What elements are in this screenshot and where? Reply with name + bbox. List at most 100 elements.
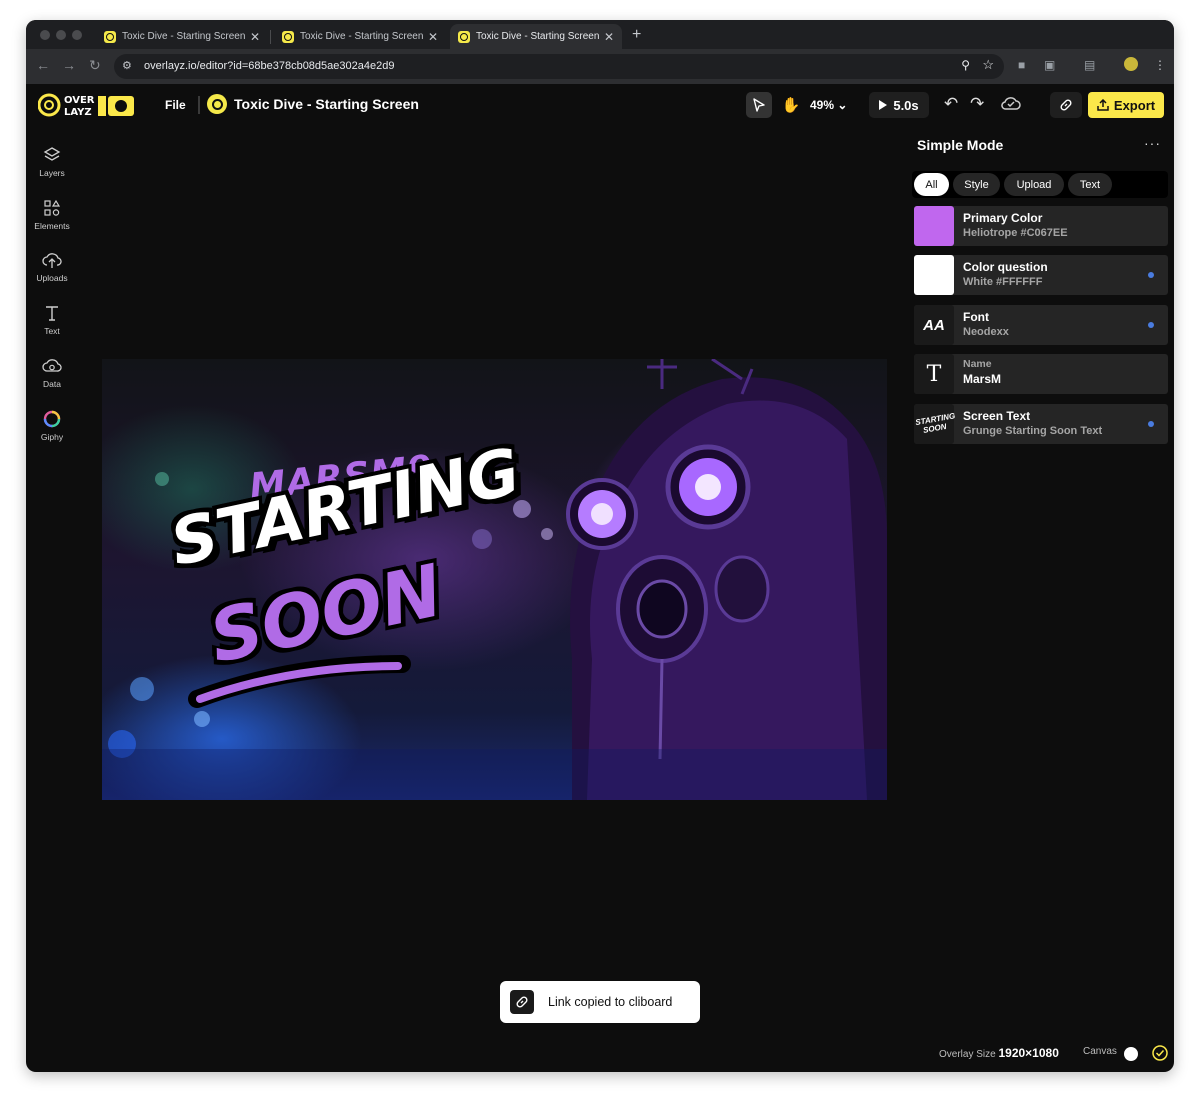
- cast-icon[interactable]: ▤: [1084, 58, 1095, 72]
- property-value: White #FFFFFF: [963, 276, 1043, 288]
- export-button[interactable]: Export: [1088, 92, 1164, 118]
- project-title[interactable]: Toxic Dive - Starting Screen: [234, 96, 419, 112]
- file-menu[interactable]: File: [165, 98, 186, 112]
- tab-close-icon[interactable]: ✕: [426, 30, 440, 44]
- window-close-button[interactable]: [40, 30, 50, 40]
- sidebar-item-layers[interactable]: Layers: [26, 146, 78, 178]
- new-tab-button[interactable]: +: [632, 26, 641, 44]
- color-swatch[interactable]: [914, 206, 954, 246]
- property-screen-text[interactable]: STARTING SOON Screen Text Grunge Startin…: [914, 404, 1168, 444]
- sidebar-item-label: Elements: [34, 221, 70, 231]
- color-swatch[interactable]: [914, 255, 954, 295]
- sidebar-item-label: Layers: [39, 168, 65, 178]
- property-title: Color question: [963, 260, 1048, 274]
- address-bar-row: ← → ↻ ⚙ overlayz.io/editor?id=68be378cb0…: [26, 49, 1174, 84]
- text-icon-glyph: T: [926, 361, 942, 387]
- toast-message: Link copied to cliboard: [548, 995, 673, 1009]
- giphy-icon: [43, 410, 61, 428]
- tab-close-icon[interactable]: ✕: [602, 30, 616, 44]
- url-field[interactable]: ⚙ overlayz.io/editor?id=68be378cb08d5ae3…: [114, 54, 1004, 79]
- toast-notification: Link copied to cliboard: [500, 981, 700, 1023]
- overlayz-favicon-icon: [104, 30, 116, 43]
- tab-close-icon[interactable]: ✕: [248, 30, 262, 44]
- sidebar-item-text[interactable]: Text: [26, 304, 78, 336]
- property-title: Font: [963, 310, 989, 324]
- browser-tab[interactable]: Toxic Dive - Starting Screen - ✕: [96, 24, 268, 49]
- font-preview-icon: AA: [914, 305, 954, 345]
- filter-chip-upload[interactable]: Upload: [1004, 173, 1064, 196]
- overlay-size-label: Overlay Size: [939, 1049, 996, 1060]
- sidebar-item-label: Giphy: [40, 432, 64, 442]
- undo-icon[interactable]: ↶: [944, 94, 958, 114]
- more-options-icon[interactable]: ···: [1144, 135, 1161, 151]
- svg-text:OVER: OVER: [64, 95, 95, 106]
- window-zoom-button[interactable]: [72, 30, 82, 40]
- overlay-size-readout: Overlay Size 1920×1080: [939, 1046, 1059, 1060]
- project-icon: [207, 94, 227, 114]
- browser-tab-active[interactable]: Toxic Dive - Starting Screen - ✕: [450, 24, 622, 49]
- reload-icon[interactable]: ↻: [89, 57, 101, 74]
- back-icon[interactable]: ←: [36, 57, 50, 73]
- sidebar-item-giphy[interactable]: Giphy: [26, 410, 78, 442]
- site-settings-icon[interactable]: ⚙: [122, 59, 136, 73]
- overlay-size-value: 1920×1080: [998, 1046, 1059, 1060]
- browser-window: Toxic Dive - Starting Screen - ✕ Toxic D…: [26, 20, 1174, 1072]
- gas-mask-figure-illustration: [102, 359, 887, 800]
- property-color-question[interactable]: Color question White #FFFFFF: [914, 255, 1168, 295]
- property-title: Name: [963, 358, 992, 370]
- select-tool-button[interactable]: [746, 92, 772, 118]
- filter-chip-text[interactable]: Text: [1068, 173, 1112, 196]
- duration-label: 5.0s: [893, 97, 919, 113]
- panel-title: Simple Mode: [917, 137, 1004, 153]
- tab-title: Toxic Dive - Starting Screen -: [476, 31, 602, 42]
- font-preview-text: AA: [923, 316, 945, 334]
- hand-tool-button[interactable]: ✋: [778, 92, 804, 118]
- modified-indicator: [1148, 272, 1154, 278]
- preview-play-button[interactable]: 5.0s: [869, 92, 929, 118]
- overlayz-logo[interactable]: OVER LAYZ: [38, 92, 138, 118]
- cursor-icon: [753, 98, 765, 112]
- sidebar-item-label: Uploads: [36, 273, 68, 283]
- overlayz-favicon-icon: [282, 30, 294, 43]
- screen-text-thumbnail: STARTING SOON: [914, 404, 956, 444]
- copy-link-button[interactable]: [1050, 92, 1082, 118]
- profile-avatar[interactable]: [1124, 57, 1138, 71]
- property-value: Grunge Starting Soon Text: [963, 425, 1103, 437]
- filter-chip-style[interactable]: Style: [953, 173, 1000, 196]
- header-divider: [198, 96, 200, 114]
- svg-text:LAYZ: LAYZ: [64, 107, 92, 118]
- check-circle-icon[interactable]: [1152, 1045, 1168, 1061]
- upload-icon: [1097, 99, 1109, 111]
- tab-strip: Toxic Dive - Starting Screen - ✕ Toxic D…: [26, 20, 1174, 49]
- property-title: Screen Text: [963, 409, 1031, 423]
- chevron-down-icon: ⌄: [837, 98, 848, 112]
- cloud-saved-icon[interactable]: [1000, 92, 1022, 114]
- url-text: overlayz.io/editor?id=68be378cb08d5ae302…: [144, 60, 395, 72]
- sidebar-item-elements[interactable]: Elements: [26, 199, 78, 231]
- extension-icon[interactable]: ■: [1018, 58, 1025, 72]
- bookmark-star-icon[interactable]: ☆: [982, 57, 994, 73]
- text-icon: [46, 306, 58, 321]
- filter-chip-all[interactable]: All: [914, 173, 949, 196]
- thumbnail-text: STARTING SOON: [914, 411, 956, 435]
- property-font[interactable]: AA Font Neodexx: [914, 305, 1168, 345]
- tab-divider: [270, 30, 271, 44]
- sidebar-item-uploads[interactable]: Uploads: [26, 251, 78, 283]
- zoom-dropdown[interactable]: 49% ⌄: [810, 98, 847, 112]
- zoom-lens-icon[interactable]: ⚲: [961, 58, 970, 72]
- property-primary-color[interactable]: Primary Color Heliotrope #C067EE: [914, 206, 1168, 246]
- property-name[interactable]: T Name MarsM: [914, 354, 1168, 394]
- overlay-artboard[interactable]: MARSM9 STARTING SOON: [102, 359, 887, 800]
- window-minimize-button[interactable]: [56, 30, 66, 40]
- modified-indicator: [1148, 421, 1154, 427]
- redo-icon[interactable]: ↷: [970, 94, 984, 114]
- puzzle-icon[interactable]: ▣: [1044, 58, 1055, 72]
- sidebar-item-data[interactable]: Data: [26, 357, 78, 389]
- cloud-upload-icon: [42, 253, 62, 268]
- canvas-toggle[interactable]: [1124, 1047, 1138, 1061]
- browser-menu-icon[interactable]: ⋮: [1154, 58, 1166, 72]
- sidebar-item-label: Data: [43, 379, 61, 389]
- forward-icon[interactable]: →: [62, 57, 76, 73]
- browser-tab[interactable]: Toxic Dive - Starting Screen - ✕: [274, 24, 446, 49]
- link-icon: [510, 990, 534, 1014]
